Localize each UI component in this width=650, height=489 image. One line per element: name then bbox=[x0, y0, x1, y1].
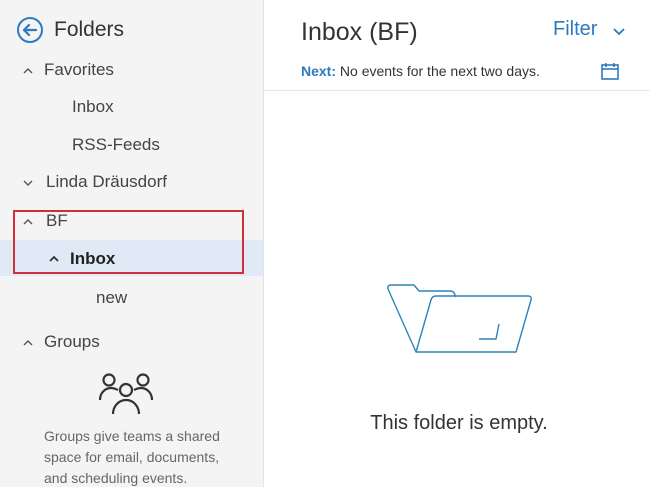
next-label: Next: bbox=[301, 63, 337, 79]
back-button[interactable] bbox=[16, 16, 44, 44]
groups-description: Groups give teams a shared space for ema… bbox=[44, 428, 220, 486]
tree-node-groups[interactable]: Groups bbox=[44, 332, 100, 352]
folders-title: Folders bbox=[54, 18, 125, 41]
chevron-up-icon[interactable] bbox=[48, 253, 60, 265]
tree-node-bf[interactable]: BF bbox=[46, 211, 68, 231]
empty-folder-message: This folder is empty. bbox=[370, 412, 548, 434]
folder-pane: Folders Favorites Inbox RSS-Feeds Linda … bbox=[0, 0, 264, 487]
filter-button[interactable]: Filter bbox=[553, 18, 597, 41]
chevron-down-icon[interactable] bbox=[22, 177, 34, 189]
calendar-button[interactable] bbox=[600, 61, 620, 81]
tree-node-new[interactable]: new bbox=[96, 288, 127, 308]
tree-node-favorites[interactable]: Favorites bbox=[44, 60, 114, 80]
folder-title: Inbox (BF) bbox=[301, 18, 418, 46]
tree-node-rss-feeds[interactable]: RSS-Feeds bbox=[72, 135, 160, 155]
groups-icon bbox=[98, 370, 154, 416]
chevron-up-icon[interactable] bbox=[22, 216, 34, 228]
calendar-icon bbox=[601, 63, 619, 80]
selected-folder-highlight bbox=[0, 240, 263, 276]
tree-node-account[interactable]: Linda Dräusdorf bbox=[46, 172, 167, 192]
next-events-line: Next: No events for the next two days. bbox=[301, 63, 540, 79]
tree-node-bf-inbox[interactable]: Inbox bbox=[70, 249, 115, 269]
message-list-pane: Inbox (BF) Filter Next: No events for th… bbox=[264, 0, 650, 487]
chevron-up-icon[interactable] bbox=[22, 337, 34, 349]
tree-node-favorites-inbox[interactable]: Inbox bbox=[72, 97, 114, 117]
header-divider bbox=[264, 90, 650, 91]
chevron-up-icon[interactable] bbox=[22, 65, 34, 77]
empty-folder-icon bbox=[386, 283, 534, 355]
next-events-text: No events for the next two days. bbox=[339, 63, 540, 79]
chevron-down-icon[interactable] bbox=[612, 24, 626, 36]
back-arrow-icon bbox=[17, 17, 43, 43]
